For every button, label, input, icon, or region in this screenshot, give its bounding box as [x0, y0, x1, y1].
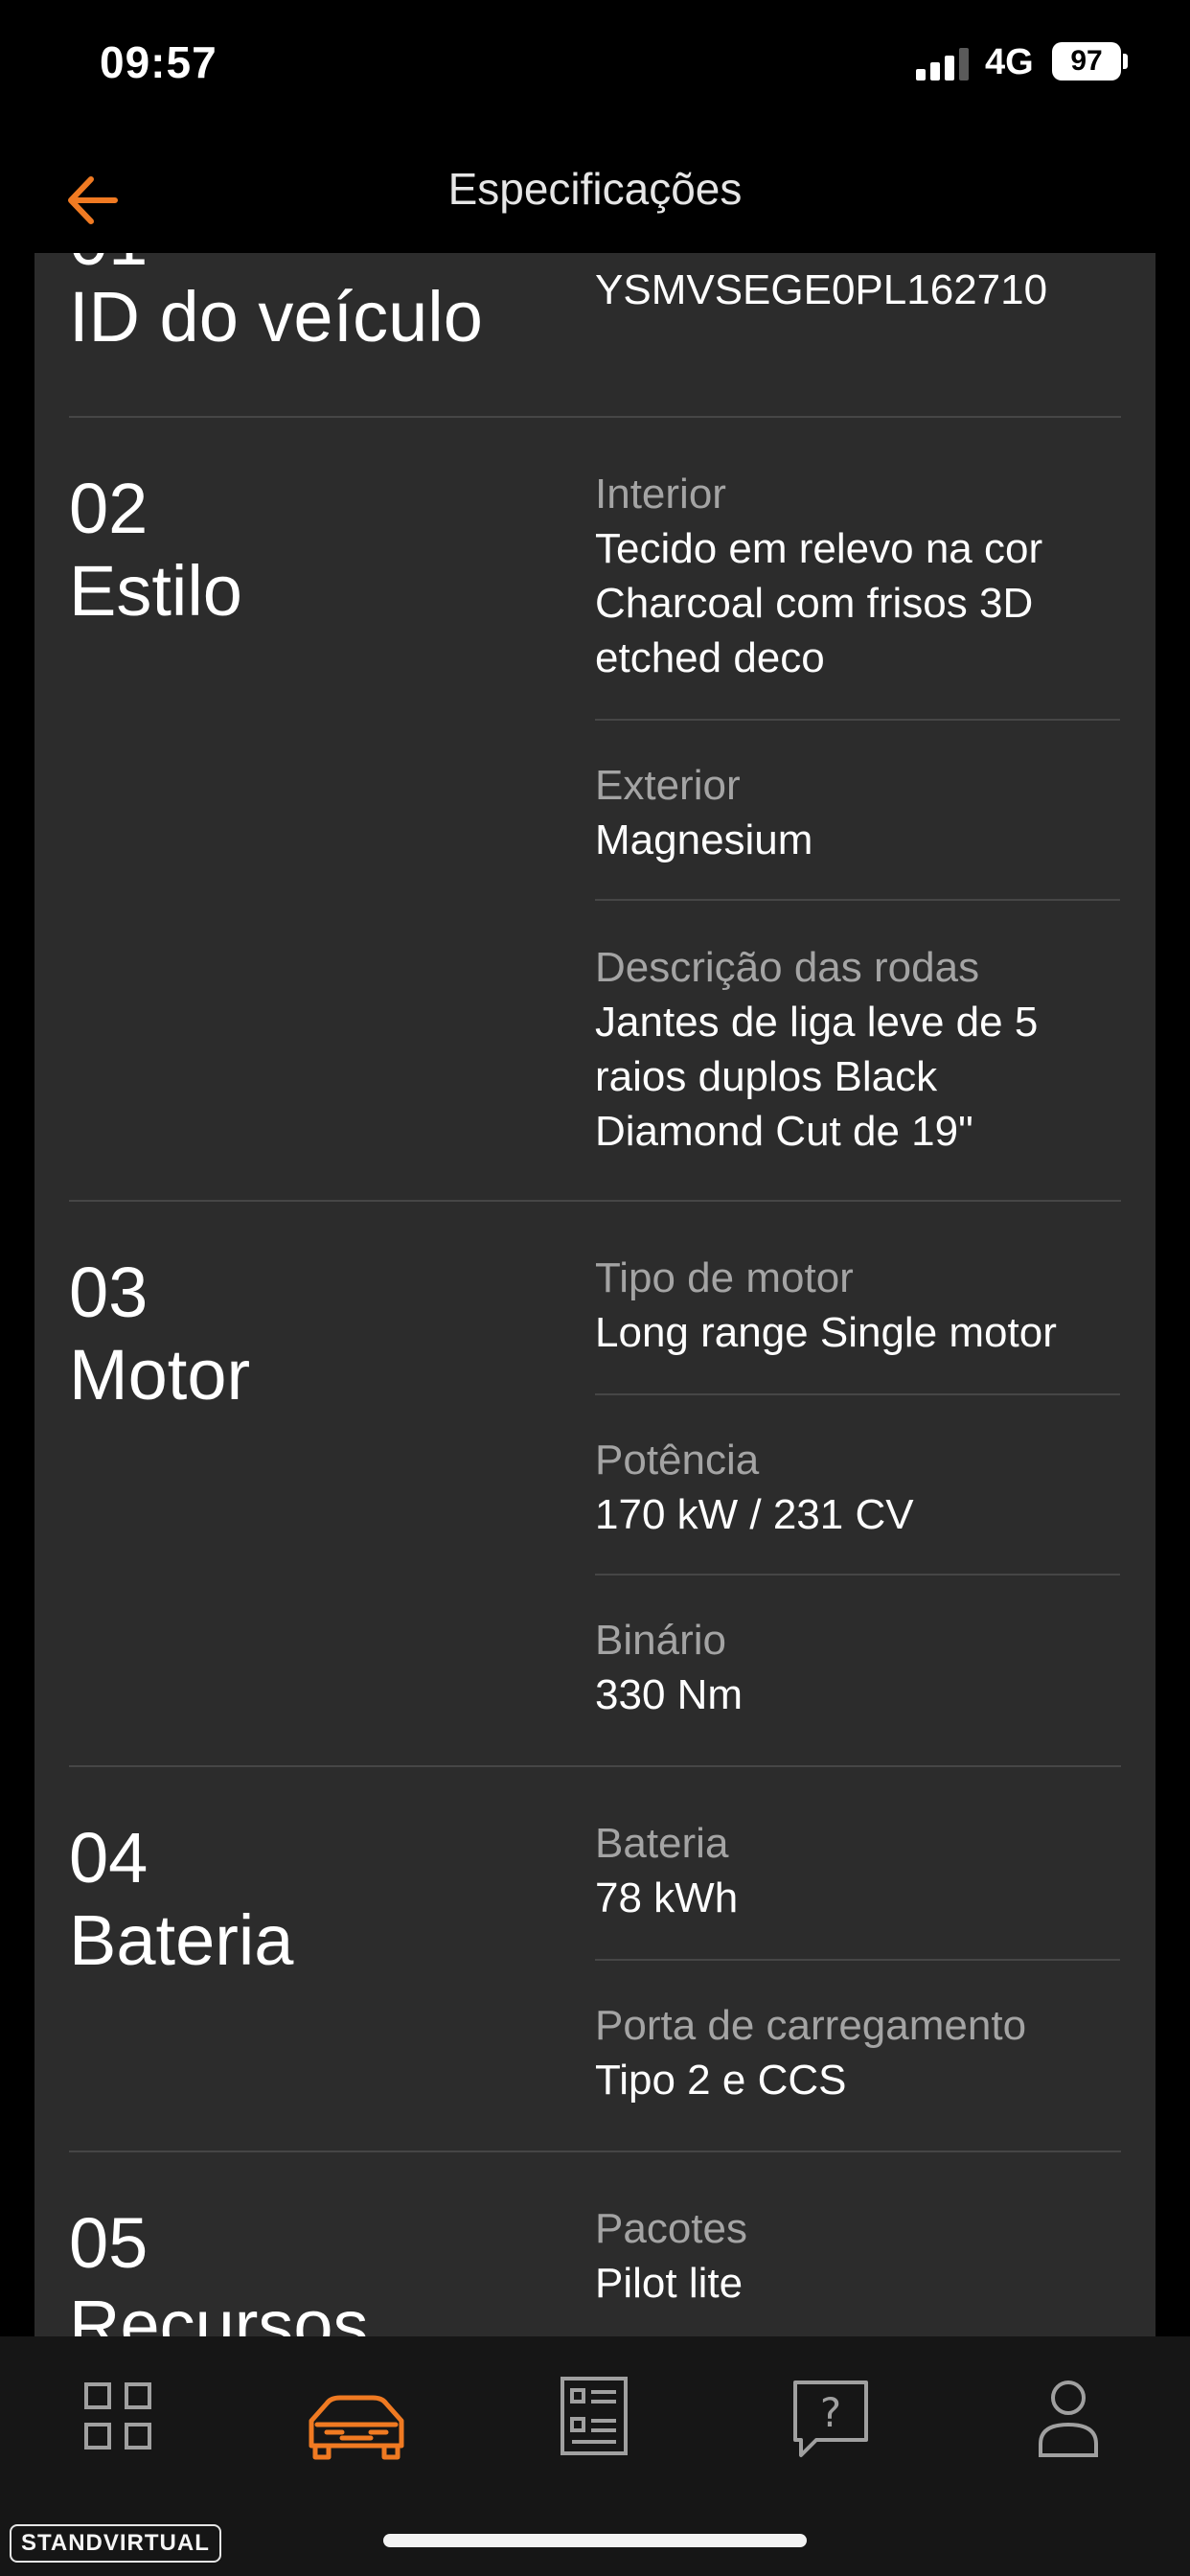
- grid-icon: [84, 2382, 151, 2450]
- spec-value: Magnesium: [595, 816, 813, 863]
- spec-label: Porta de carregamento: [595, 2002, 1027, 2049]
- spec-divider: [595, 1574, 1120, 1576]
- spec-packages: Pacotes Pilot lite: [595, 2202, 1120, 2311]
- status-time: 09:57: [100, 37, 217, 87]
- spec-divider: [595, 1393, 1120, 1395]
- spec-divider: [595, 1959, 1120, 1961]
- section-number: 02: [69, 469, 149, 548]
- section-title: ID do veículo: [69, 277, 483, 356]
- page-title: Especificações: [447, 164, 743, 214]
- section-divider: [69, 2150, 1121, 2152]
- spec-motor-type: Tipo de motor Long range Single motor: [595, 1252, 1120, 1360]
- section-title: Bateria: [69, 1900, 294, 1980]
- battery-nub: [1123, 54, 1128, 69]
- tab-profile[interactable]: [1006, 2365, 1131, 2471]
- profile-icon: [1039, 2380, 1098, 2457]
- help-icon: ?: [793, 2380, 868, 2457]
- spec-label: Descrição das rodas: [595, 944, 980, 991]
- spec-interior: Interior Tecido em relevo na cor Charcoa…: [595, 468, 1120, 685]
- spec-exterior: Exterior Magnesium: [595, 759, 1120, 867]
- spec-power: Potência 170 kW / 231 CV: [595, 1434, 1120, 1542]
- spec-value: 170 kW / 231 CV: [595, 1491, 914, 1538]
- section-divider: [69, 1765, 1121, 1767]
- spec-label: Tipo de motor: [595, 1254, 854, 1301]
- spec-value-line: Charcoal com frisos 3D: [595, 580, 1034, 627]
- tab-dashboard[interactable]: [57, 2365, 182, 2471]
- network-type: 4G: [985, 42, 1034, 82]
- tab-help[interactable]: ?: [768, 2365, 893, 2471]
- spec-torque: Binário 330 Nm: [595, 1614, 1120, 1722]
- spec-value: Long range Single motor: [595, 1309, 1057, 1356]
- spec-value: Pilot lite: [595, 2260, 744, 2307]
- section-number: 03: [69, 1253, 149, 1332]
- home-indicator[interactable]: [383, 2534, 807, 2547]
- tab-vehicle[interactable]: [294, 2365, 419, 2471]
- section-title: Estilo: [69, 551, 242, 631]
- spec-label: Bateria: [595, 1820, 729, 1867]
- spec-value: YSMVSEGE0PL162710: [595, 266, 1048, 313]
- nav-header: Especificações: [0, 134, 1190, 253]
- spec-label: Binário: [595, 1617, 726, 1664]
- spec-value-line: raios duplos Black: [595, 1053, 938, 1100]
- section-divider: [69, 1200, 1121, 1202]
- section-number: 04: [69, 1818, 149, 1898]
- section-divider: [69, 416, 1121, 418]
- spec-wheels: Descrição das rodas Jantes de liga leve …: [595, 941, 1120, 1159]
- spec-label: Potência: [595, 1437, 760, 1484]
- spec-value: 330 Nm: [595, 1671, 744, 1718]
- section-title: Recursos: [69, 2286, 369, 2336]
- spec-charging-port: Porta de carregamento Tipo 2 e CCS: [595, 1999, 1120, 2107]
- spec-value: 78 kWh: [595, 1874, 739, 1921]
- spec-value-line: Tecido em relevo na cor: [595, 525, 1043, 572]
- spec-label: Interior: [595, 471, 726, 518]
- svg-text:?: ?: [820, 2389, 841, 2436]
- spec-value-line: etched deco: [595, 634, 825, 681]
- spec-label: Pacotes: [595, 2205, 747, 2252]
- standvirtual-watermark: STANDVIRTUAL: [10, 2524, 221, 2563]
- spec-value: Tipo 2 e CCS: [595, 2057, 847, 2104]
- spec-value-line: Jantes de liga leve de 5: [595, 999, 1039, 1046]
- section-number: 05: [69, 2203, 149, 2283]
- signal-strength-icon: [916, 48, 970, 80]
- car-icon: [309, 2395, 404, 2460]
- spec-divider: [595, 719, 1120, 721]
- section-title: Motor: [69, 1335, 251, 1414]
- spec-value-line: Diamond Cut de 19": [595, 1108, 973, 1155]
- spec-battery: Bateria 78 kWh: [595, 1817, 1120, 1925]
- spec-label: Exterior: [595, 762, 741, 809]
- document-list-icon: [561, 2377, 628, 2455]
- battery-icon: 97: [1052, 42, 1121, 80]
- specs-scroll-view[interactable]: 01 ID do veículo YSMVSEGE0PL162710 02 Es…: [34, 253, 1156, 2336]
- status-bar: 09:57 4G 97: [0, 0, 1190, 134]
- tab-specifications[interactable]: [532, 2365, 656, 2471]
- spec-divider: [595, 899, 1120, 901]
- spec-vin: YSMVSEGE0PL162710: [595, 263, 1120, 317]
